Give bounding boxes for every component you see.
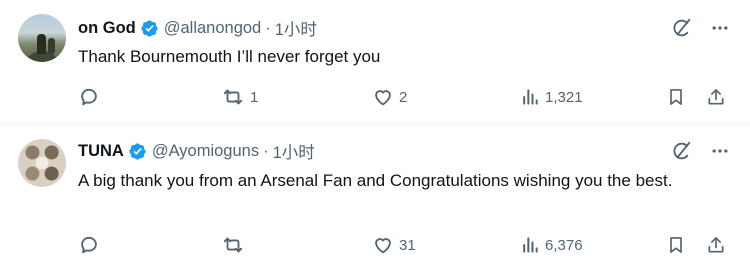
top-icons xyxy=(670,139,732,163)
tweet[interactable]: on God @allanongod · 1小时 Thank Bournemou… xyxy=(0,0,750,125)
bookmark-icon xyxy=(670,237,682,253)
like-button[interactable]: 31 xyxy=(372,232,416,258)
avatar[interactable] xyxy=(18,139,66,187)
bookmark-icon xyxy=(670,89,682,105)
share-icon xyxy=(708,89,724,105)
repost-count: 1 xyxy=(250,88,259,106)
author-handle[interactable]: @allanongod xyxy=(164,19,262,38)
views-icon xyxy=(523,89,538,105)
author-handle[interactable]: @Ayomioguns xyxy=(152,142,259,161)
view-count: 6,376 xyxy=(545,236,583,254)
view-count: 1,321 xyxy=(545,88,583,106)
author-name[interactable]: TUNA xyxy=(78,142,124,161)
separator: · xyxy=(265,18,271,37)
reply-icon xyxy=(81,236,97,254)
like-count: 31 xyxy=(399,236,416,254)
top-icons xyxy=(670,16,732,40)
avatar-figure xyxy=(48,38,55,54)
share-button[interactable] xyxy=(706,232,726,258)
author-name[interactable]: on God xyxy=(78,19,136,38)
bookmark-button[interactable] xyxy=(666,232,686,258)
tweet-header: TUNA @Ayomioguns · 1小时 xyxy=(78,139,315,163)
timestamp[interactable]: 1小时 xyxy=(273,139,315,163)
heart-icon xyxy=(375,90,391,106)
views-button[interactable]: 6,376 xyxy=(520,232,583,258)
bookmark-button[interactable] xyxy=(666,84,686,110)
avatar-figure xyxy=(37,34,46,54)
avatar[interactable] xyxy=(18,14,66,62)
share-icon xyxy=(708,237,724,253)
verified-badge-icon xyxy=(129,142,146,160)
repost-icon xyxy=(223,237,243,253)
separator: · xyxy=(263,141,269,160)
tweet-text: Thank Bournemouth I’ll never forget you xyxy=(78,47,381,66)
share-button[interactable] xyxy=(706,84,726,110)
tweet-header: on God @allanongod · 1小时 xyxy=(78,16,317,40)
action-bar: 31 6,376 xyxy=(78,232,730,258)
grok-icon[interactable] xyxy=(670,16,694,40)
reply-icon xyxy=(81,88,97,106)
more-icon[interactable] xyxy=(708,16,732,40)
timestamp[interactable]: 1小时 xyxy=(275,16,317,40)
tweet[interactable]: TUNA @Ayomioguns · 1小时 A big thank you f… xyxy=(0,125,750,275)
like-count: 2 xyxy=(399,88,408,106)
heart-icon xyxy=(375,238,391,254)
reply-button[interactable] xyxy=(78,232,105,258)
like-button[interactable]: 2 xyxy=(372,84,407,110)
views-button[interactable]: 1,321 xyxy=(520,84,583,110)
tweet-text: A big thank you from an Arsenal Fan and … xyxy=(78,171,673,190)
verified-badge-icon xyxy=(141,19,158,37)
grok-icon[interactable] xyxy=(670,139,694,163)
more-icon[interactable] xyxy=(708,139,732,163)
reply-button[interactable] xyxy=(78,84,105,110)
repost-button[interactable]: 1 xyxy=(221,84,258,110)
repost-icon xyxy=(223,89,243,105)
repost-button[interactable] xyxy=(221,232,250,258)
action-bar: 1 2 1,321 xyxy=(78,84,730,110)
views-icon xyxy=(523,237,538,253)
